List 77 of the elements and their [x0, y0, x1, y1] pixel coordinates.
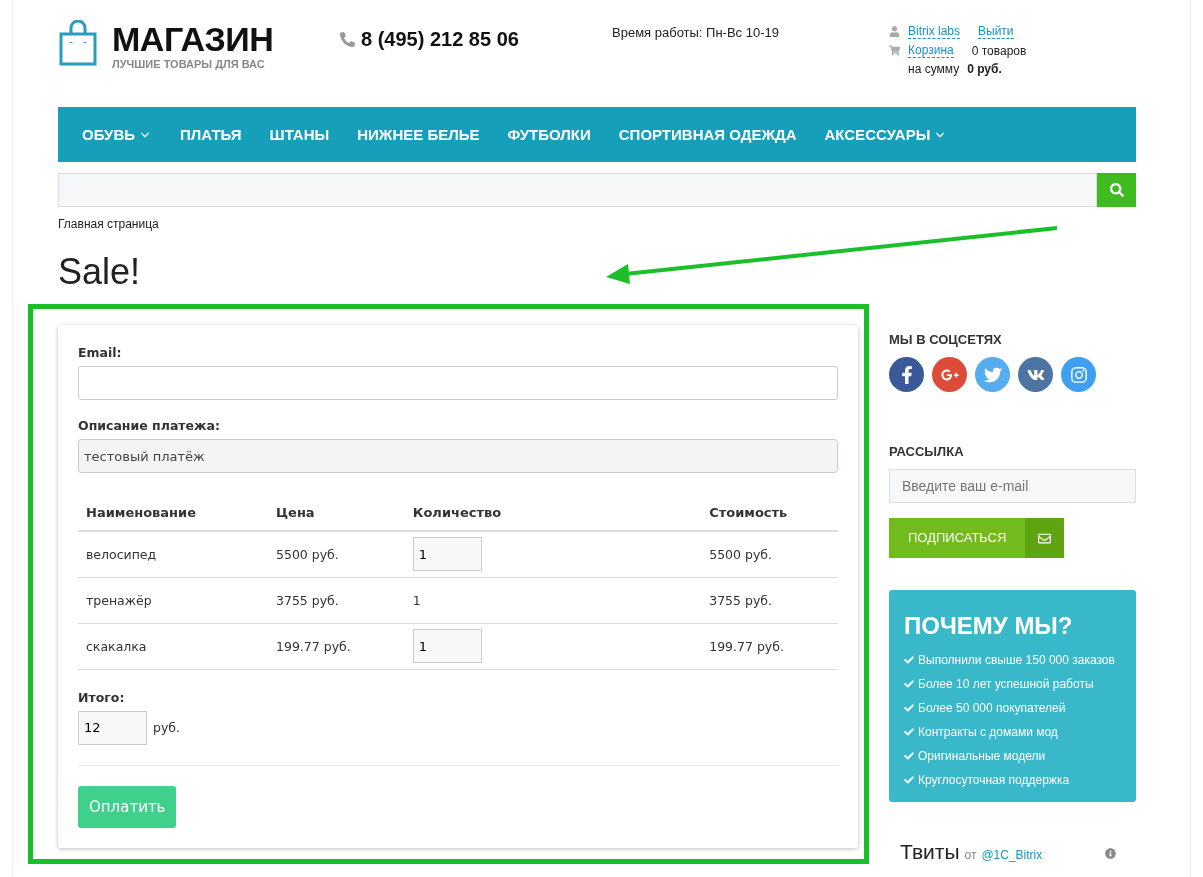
account-link[interactable]: @1C_Bitrix [981, 848, 1043, 862]
check-icon [904, 751, 914, 761]
description-field[interactable]: тестовый платёж [78, 439, 838, 473]
vk-icon[interactable] [1018, 357, 1053, 392]
table-cell: 3755 руб. [701, 577, 838, 623]
why-us-title: ПОЧЕМУ МЫ? [904, 612, 1074, 640]
quantity-field[interactable]: 1 [412, 537, 482, 572]
shopping-bag-icon [58, 20, 98, 66]
user-link[interactable]: Bitrix labs [908, 24, 960, 39]
search-icon [1109, 183, 1124, 197]
section-title: РАССЫЛКА [889, 444, 965, 459]
email-field[interactable] [78, 366, 838, 400]
column-header: Количество [404, 495, 702, 531]
check-icon [904, 775, 914, 785]
why-us-item: Круглосуточная поддержка [918, 773, 1070, 787]
working-hours: Время работы: Пн-Вс 10-19 [612, 24, 780, 42]
why-us-item: Более 50 000 покупателей [918, 701, 1066, 715]
nav-item[interactable]: ОБУВЬ [68, 126, 167, 143]
tweets-title: Твиты [900, 840, 960, 864]
nav-item[interactable]: ФУТБОЛКИ [493, 126, 605, 143]
cart-sum: 0 руб. [967, 62, 1002, 76]
column-header: Наименование [78, 495, 268, 531]
field-label: Итого: [78, 689, 126, 705]
table-cell: скакалка [78, 623, 268, 669]
check-icon [904, 655, 914, 665]
field-label: Email: [78, 345, 123, 360]
why-us-item: Контракты с домами мод [918, 725, 1058, 739]
quantity-field[interactable]: 1 [412, 629, 482, 663]
cart-count: 0 товаров [971, 43, 1027, 58]
info-icon[interactable] [1105, 848, 1116, 859]
nav-item[interactable]: ШТАНЫ [255, 126, 344, 143]
facebook-icon[interactable] [889, 357, 924, 392]
breadcrumb-link[interactable]: Главная страница [58, 217, 1136, 231]
user-icon [889, 26, 900, 37]
logo-title: МАГАЗИН [112, 20, 274, 58]
table-cell: 1 [404, 577, 702, 623]
section-title: МЫ В СОЦСЕТЯХ [889, 332, 1003, 347]
envelope-icon [1038, 531, 1052, 545]
logout-link[interactable]: Выйти [978, 24, 1014, 39]
check-icon [904, 703, 914, 713]
table-cell: велосипед [78, 531, 268, 577]
logo-tagline: ЛУЧШИЕ ТОВАРЫ ДЛЯ ВАС [112, 58, 266, 70]
instagram-icon[interactable] [1061, 357, 1096, 392]
table-cell: 199.77 руб. [701, 623, 838, 669]
nav-item[interactable]: ПЛАТЬЯ [166, 126, 256, 143]
table-cell: 3755 руб. [268, 577, 405, 623]
cart-icon [889, 45, 900, 56]
cart-sum-label: на сумму [908, 62, 960, 76]
check-icon [904, 679, 914, 689]
phone-number: 8 (495) 212 85 06 [361, 27, 519, 51]
table-cell: 199.77 руб. [268, 623, 405, 669]
pay-button[interactable]: Оплатить [78, 785, 177, 828]
table-cell: 5500 руб. [701, 531, 838, 577]
google-icon[interactable] [932, 357, 967, 392]
why-us-item: Более 10 лет успешной работы [918, 677, 1094, 691]
currency-label: руб. [153, 720, 180, 735]
column-header: Стоимость [701, 495, 838, 531]
nav-item[interactable]: НИЖНЕЕ БЕЛЬЕ [343, 126, 494, 143]
why-us-item: Оригинальные модели [918, 749, 1046, 763]
table-cell: тренажёр [78, 577, 268, 623]
table-cell: 5500 руб. [268, 531, 405, 577]
phone-icon [340, 31, 355, 47]
search-field[interactable] [58, 173, 1097, 207]
cart-link[interactable]: Корзина [908, 43, 954, 58]
nav-item[interactable]: АКСЕССУАРЫ [810, 126, 962, 143]
search-button[interactable] [1097, 173, 1136, 207]
check-icon [904, 727, 914, 737]
total-field[interactable]: 12 [78, 710, 147, 745]
column-header: Цена [268, 495, 405, 531]
page-title: Sale! [58, 250, 141, 294]
subscribe-button[interactable]: ПОДПИСАТЬСЯ [889, 518, 1065, 558]
why-us-item: Выполнили свыше 150 000 заказов [918, 653, 1115, 667]
tweets-from: от [964, 848, 977, 862]
nav-item[interactable]: СПОРТИВНАЯ ОДЕЖДА [604, 126, 811, 143]
field-label: Описание платежа: [78, 418, 221, 433]
email-field[interactable]: Введите ваш e-mail [889, 469, 1136, 503]
twitter-icon[interactable] [975, 357, 1010, 392]
